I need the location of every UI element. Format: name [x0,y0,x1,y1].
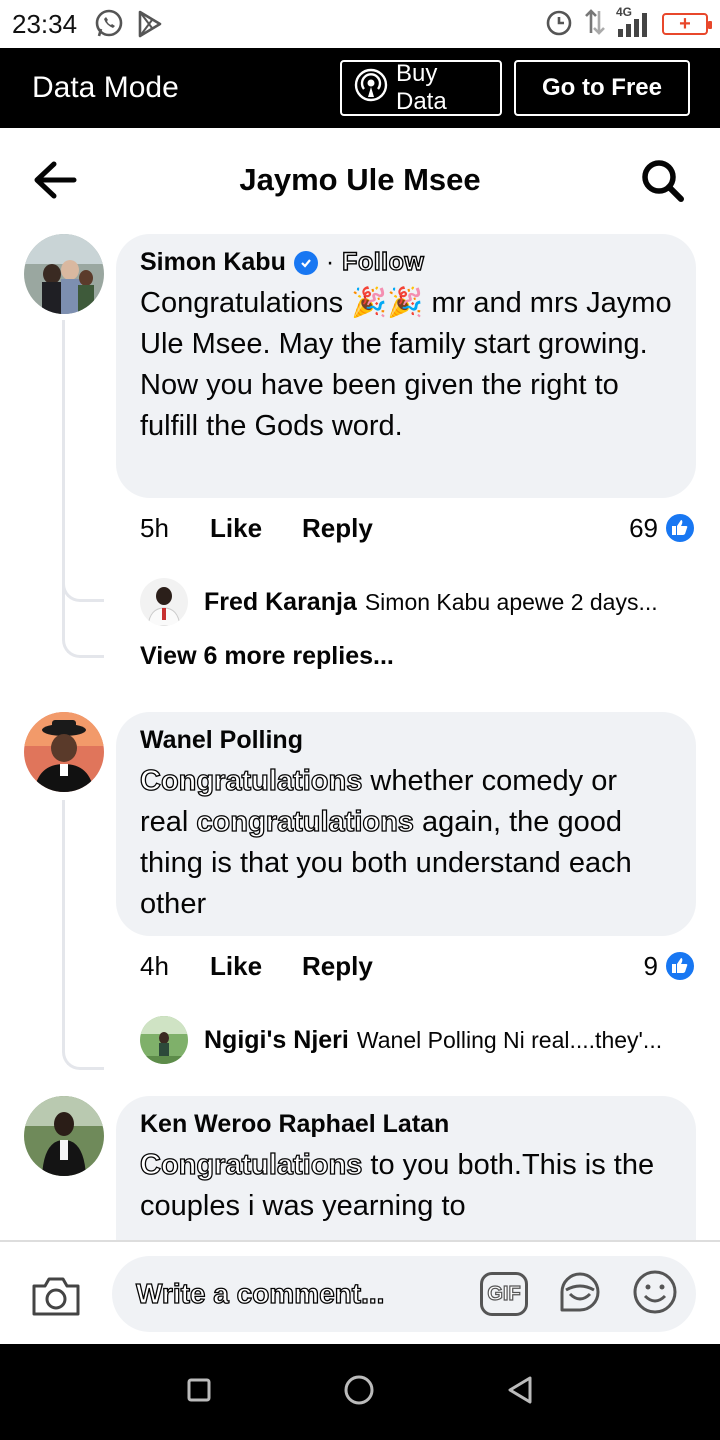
broadcast-icon [354,68,388,109]
reply-preview[interactable]: Ngigi's Njeri Wanel Polling Ni real....t… [140,1016,700,1064]
battery-icon: + [662,12,712,35]
signal-icon: 4G [616,5,652,39]
verified-badge-icon [293,250,318,275]
data-mode-bar: Data Mode Buy Data Go to Free [0,48,720,128]
comment-author-row: Simon Kabu · Follow [140,247,672,277]
comment-author[interactable]: Ken Weroo Raphael Latan [140,1110,449,1139]
comment-age: 4h [140,950,169,981]
go-to-free-label: Go to Free [541,74,662,101]
comment-highlight: Congratulations [139,1148,363,1181]
page-title: Jaymo Ule Msee [239,162,481,197]
comment-text-start: Congratulations [140,287,344,319]
thread-connector [62,320,104,658]
avatar[interactable] [24,1096,104,1176]
reply-avatar[interactable] [140,578,188,626]
battery-symbol: + [679,12,691,35]
gif-button[interactable]: GIF [480,1272,528,1316]
data-transfer-icon [584,7,606,42]
thumbs-up-icon [664,950,696,982]
reaction-count: 9 [643,950,658,981]
back-icon[interactable] [506,1375,534,1410]
camera-icon[interactable] [30,1274,82,1318]
reply-button[interactable]: Reply [302,951,373,982]
follow-separator: · [325,248,335,276]
sticker-icon[interactable] [556,1268,604,1321]
home-icon[interactable] [343,1374,375,1411]
comment-composer: Write a comment... GIF [0,1240,720,1344]
avatar[interactable] [24,712,104,792]
follow-button[interactable]: Follow [341,247,424,277]
reaction-summary[interactable]: 69 [629,512,696,544]
data-mode-title: Data Mode [32,71,179,104]
page-header: Jaymo Ule Msee [0,128,720,232]
status-bar: 23:34 4G + [0,0,720,48]
comment-input[interactable]: Write a comment... GIF [112,1256,696,1332]
emoji-icon[interactable] [632,1269,678,1320]
status-time: 23:34 [12,8,78,39]
whatsapp-icon [93,8,125,40]
search-icon[interactable] [640,158,686,204]
reaction-summary[interactable]: 9 [644,950,696,982]
reply-author[interactable]: Fred Karanja [204,588,357,617]
comment-actions: 4h Like Reply 9 [140,946,696,986]
go-to-free-button[interactable]: Go to Free [514,60,690,116]
reply-button[interactable]: Reply [302,513,373,544]
comment-bubble[interactable]: Ken Weroo Raphael Latan Congratulations … [116,1096,696,1240]
comment-author[interactable]: Wanel Polling [140,726,303,755]
reply-text: Wanel Polling Ni real....they'... [356,1026,663,1053]
system-nav-bar [0,1344,720,1440]
comment-highlight: Congratulations [139,764,363,797]
comment-input-placeholder: Write a comment... [135,1277,385,1309]
comment-highlight: congratulations [196,805,415,838]
reply-text: Simon Kabu apewe 2 days... [364,588,658,615]
reply-avatar[interactable] [140,1016,188,1064]
recents-icon[interactable] [186,1377,212,1408]
network-type-label: 4G [616,5,633,19]
back-arrow-icon[interactable] [30,158,80,202]
comment-actions: 5h Like Reply 69 [140,508,696,548]
buy-data-label: Buy Data [396,60,447,115]
comment-text: Congratulations 🎉🎉 mr and mrs Jaymo Ule … [140,283,672,447]
like-button[interactable]: Like [210,513,262,544]
reaction-count: 69 [629,512,658,543]
comment-text: Congratulations whether comedy or real c… [139,761,672,925]
play-store-icon [137,10,163,38]
comment-author-row: Ken Weroo Raphael Latan [140,1110,672,1139]
comment-bubble[interactable]: Simon Kabu · Follow Congratulations 🎉🎉 m… [116,234,696,498]
avatar[interactable] [24,234,104,314]
comment-bubble[interactable]: Wanel Polling Congratulations whether co… [116,712,696,936]
thumbs-up-icon [664,512,696,544]
comment-age: 5h [140,512,169,543]
view-more-replies-link[interactable]: View 6 more replies... [140,642,394,671]
like-button[interactable]: Like [210,951,262,982]
reply-author[interactable]: Ngigi's Njeri [204,1026,349,1055]
comment-author[interactable]: Simon Kabu [140,248,286,277]
thread-connector [62,800,104,1070]
party-popper-emoji: 🎉🎉 [351,287,424,319]
comment-text: Congratulations to you both.This is the … [139,1145,672,1227]
comments-feed[interactable]: Simon Kabu · Follow Congratulations 🎉🎉 m… [0,232,720,1240]
comment-author-row: Wanel Polling [140,726,672,755]
gif-label: GIF [487,1282,522,1305]
alarm-icon [544,7,574,42]
buy-data-button[interactable]: Buy Data [340,60,502,116]
reply-preview[interactable]: Fred Karanja Simon Kabu apewe 2 days... [140,578,700,626]
